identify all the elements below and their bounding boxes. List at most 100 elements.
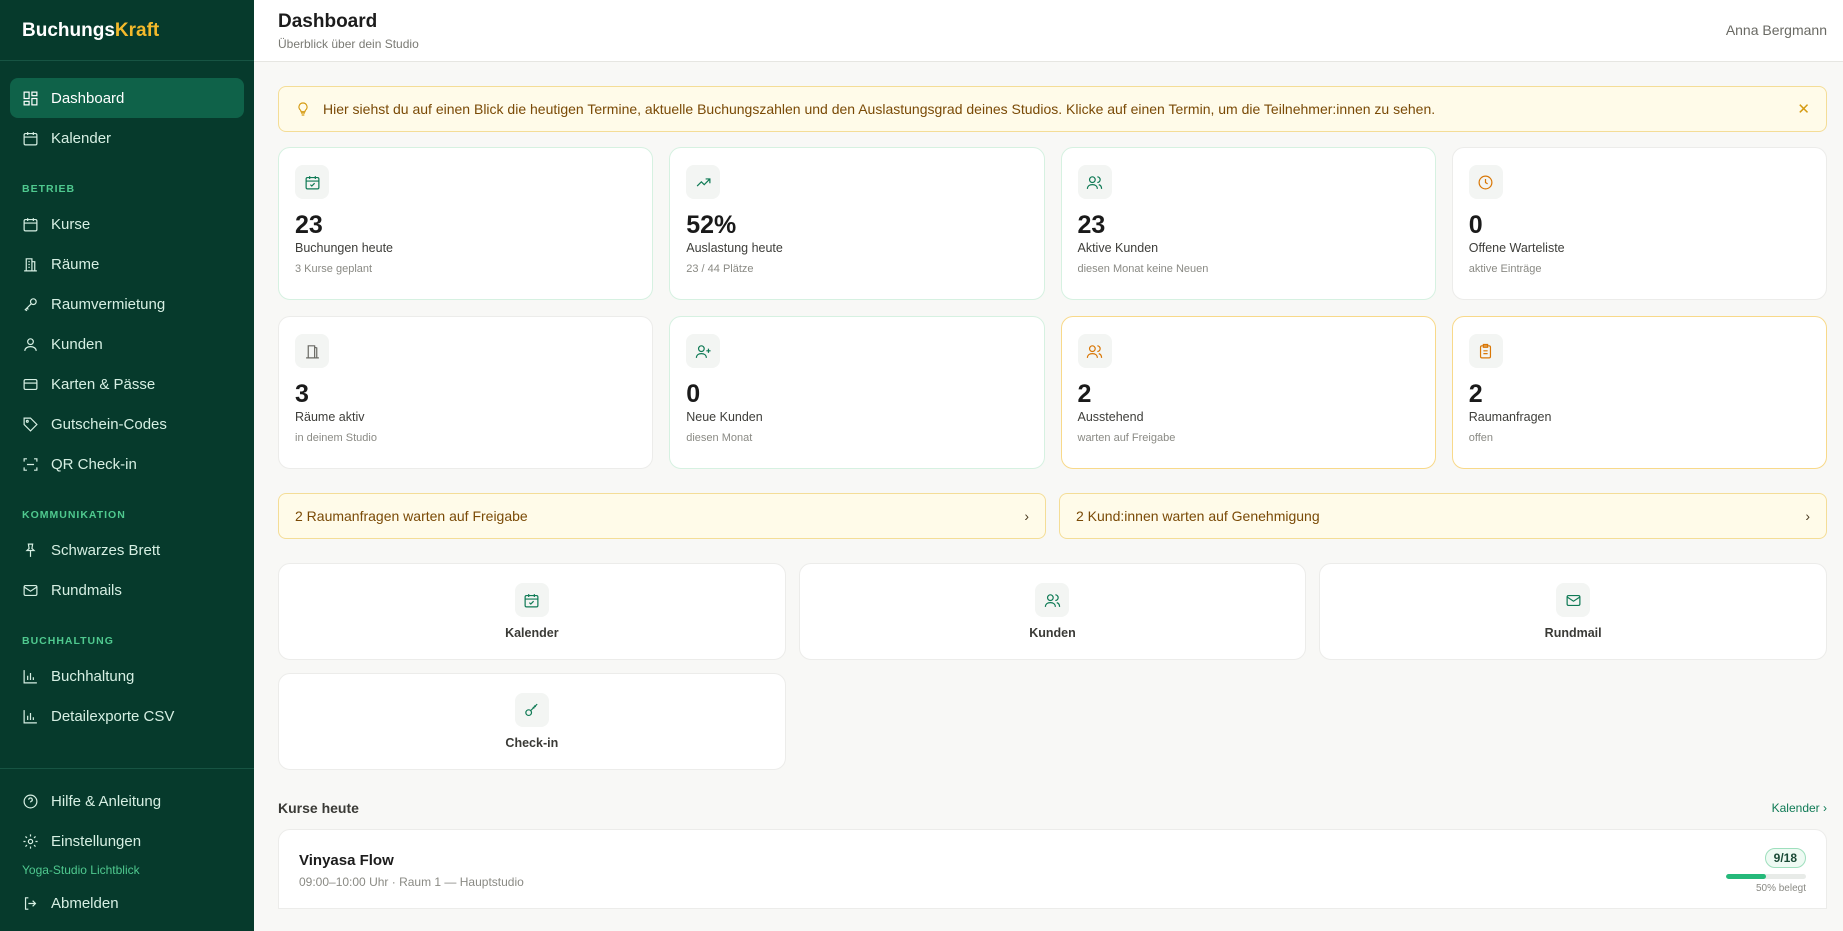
sidebar-item-raumvermietung[interactable]: Raumvermietung	[10, 284, 244, 324]
sidebar-item-kalender[interactable]: Kalender	[10, 118, 244, 158]
gear-icon	[23, 833, 38, 849]
sidebar-item-qr-checkin[interactable]: QR Check-in	[10, 444, 244, 484]
clipboard-icon	[1480, 343, 1492, 358]
close-icon[interactable]: ✕	[1797, 100, 1810, 118]
stat-value: 2	[1077, 380, 1092, 408]
quick-action-checkin[interactable]: Check-in	[278, 673, 786, 770]
quick-action-kunden[interactable]: Kunden	[798, 563, 1307, 660]
alert-text: 2 Raumanfragen warten auf Freigabe	[295, 508, 528, 524]
user-icon	[24, 337, 37, 351]
pin-icon	[25, 543, 36, 557]
mail-icon	[1566, 594, 1581, 606]
courses-title: Kurse heute	[278, 800, 359, 816]
stat-value: 3	[295, 380, 309, 408]
sidebar-item-raeume[interactable]: Räume	[10, 244, 244, 284]
stat-label: Neue Kunden	[686, 410, 763, 424]
sidebar-item-detailexporte[interactable]: Detailexporte CSV	[10, 696, 244, 736]
calendar-icon	[23, 217, 38, 231]
building-icon	[24, 257, 37, 271]
tag-icon	[23, 417, 38, 432]
main-area: Dashboard Überblick über dein Studio Ann…	[254, 0, 1843, 931]
stat-value: 0	[1468, 211, 1483, 239]
users-icon	[1086, 344, 1103, 358]
sidebar-item-label: QR Check-in	[51, 455, 137, 473]
sidebar-item-label: Kunden	[51, 335, 103, 353]
page-title: Dashboard	[278, 11, 378, 32]
brand-part2: Kraft	[114, 20, 160, 41]
alerts-row: 2 Raumanfragen warten auf Freigabe › 2 K…	[278, 493, 1827, 539]
studio-name: Yoga-Studio Lichtblick	[22, 863, 140, 877]
quick-action-label: Kunden	[1029, 626, 1076, 640]
calendar-check-icon	[305, 175, 319, 189]
stat-sub: aktive Einträge	[1468, 263, 1542, 275]
user-menu[interactable]: Anna Bergmann	[1726, 22, 1827, 61]
quick-action-kalender[interactable]: Kalender	[278, 563, 786, 660]
door-icon	[305, 344, 319, 358]
occupancy-bar-fill	[1726, 874, 1766, 879]
clock-icon	[1478, 175, 1493, 189]
chevron-right-icon: ›	[1024, 508, 1029, 524]
sidebar-item-label: Dashboard	[51, 89, 125, 107]
sidebar-item-buchhaltung[interactable]: Buchhaltung	[10, 656, 244, 696]
brand-part1: Buchungs	[22, 20, 115, 41]
sidebar-item-label: Karten & Pässe	[51, 375, 156, 393]
stat-value: 0	[686, 380, 701, 408]
sidebar-item-einstellungen[interactable]: Einstellungen	[10, 821, 244, 861]
topbar: Dashboard Überblick über dein Studio Ann…	[254, 0, 1843, 62]
user-plus-icon	[695, 344, 711, 358]
quick-action-label: Kalender	[505, 626, 559, 640]
stat-label: Buchungen heute	[295, 241, 394, 255]
alert-raumanfragen[interactable]: 2 Raumanfragen warten auf Freigabe ›	[278, 493, 1046, 539]
sidebar-item-label: Schwarzes Brett	[51, 541, 161, 559]
sidebar-item-label: Hilfe & Anleitung	[51, 792, 162, 810]
bar-chart-icon	[23, 669, 37, 683]
sidebar-item-dashboard[interactable]: Dashboard	[10, 78, 244, 118]
key-icon	[525, 703, 538, 716]
sidebar-item-hilfe[interactable]: Hilfe & Anleitung	[10, 781, 244, 821]
section-label-betrieb: BETRIEB	[22, 183, 76, 195]
stat-card-raeume[interactable]: 3 Räume aktiv in deinem Studio	[278, 316, 654, 469]
brand-logo[interactable]: BuchungsKraft	[0, 0, 254, 61]
dashboard-icon	[23, 91, 38, 105]
occupancy-label: 50% belegt	[1755, 883, 1806, 894]
sidebar-item-label: Rundmails	[51, 581, 122, 599]
sidebar-item-label: Abmelden	[51, 894, 119, 912]
sidebar-item-abmelden[interactable]: Abmelden	[10, 883, 244, 923]
stat-sub: warten auf Freigabe	[1077, 432, 1176, 444]
stat-card-aktive-kunden[interactable]: 23 Aktive Kunden diesen Monat keine Neue…	[1060, 147, 1436, 300]
alert-kunden-genehmigung[interactable]: 2 Kund:innen warten auf Genehmigung ›	[1059, 493, 1827, 539]
stat-card-neue-kunden[interactable]: 0 Neue Kunden diesen Monat	[669, 316, 1045, 469]
sidebar-item-rundmails[interactable]: Rundmails	[10, 570, 244, 610]
stat-value: 23	[295, 211, 323, 239]
quick-action-rundmail[interactable]: Rundmail	[1319, 563, 1827, 660]
quick-actions-row2: Check-in	[278, 673, 1827, 770]
courses-calendar-link[interactable]: Kalender ›	[1772, 801, 1827, 815]
section-label-buchhaltung: BUCHHALTUNG	[22, 635, 114, 647]
stat-label: Auslastung heute	[686, 241, 783, 255]
stat-sub: diesen Monat keine Neuen	[1077, 263, 1209, 275]
section-label-kommunikation: KOMMUNIKATION	[22, 509, 126, 521]
stats-grid: 23 Buchungen heute 3 Kurse geplant 52% A…	[278, 147, 1827, 469]
sidebar-footer: Hilfe & Anleitung Einstellungen Yoga-Stu…	[0, 768, 254, 923]
logout-icon	[24, 896, 37, 910]
mail-icon	[23, 584, 38, 596]
sidebar-item-kurse[interactable]: Kurse	[10, 204, 244, 244]
stat-card-buchungen[interactable]: 23 Buchungen heute 3 Kurse geplant	[278, 147, 654, 300]
stat-card-auslastung[interactable]: 52% Auslastung heute 23 / 44 Plätze	[669, 147, 1045, 300]
stat-card-warteliste[interactable]: 0 Offene Warteliste aktive Einträge	[1451, 147, 1827, 300]
sidebar-item-label: Buchhaltung	[51, 667, 135, 685]
stat-card-raumanfragen[interactable]: 2 Raumanfragen offen	[1451, 316, 1827, 469]
sidebar-item-karten[interactable]: Karten & Pässe	[10, 364, 244, 404]
sidebar-item-kunden[interactable]: Kunden	[10, 324, 244, 364]
stat-card-ausstehend[interactable]: 2 Ausstehend warten auf Freigabe	[1060, 316, 1436, 469]
scan-icon	[23, 457, 38, 471]
calendar-icon	[23, 131, 38, 145]
stat-value: 52%	[686, 211, 737, 239]
quick-action-label: Rundmail	[1544, 626, 1602, 640]
course-row[interactable]: Vinyasa Flow 09:00–10:00 Uhr · Raum 1 — …	[278, 829, 1827, 909]
sidebar-item-gutschein[interactable]: Gutschein-Codes	[10, 404, 244, 444]
stat-sub: 23 / 44 Plätze	[686, 263, 754, 275]
sidebar-item-schwarzes-brett[interactable]: Schwarzes Brett	[10, 530, 244, 570]
stat-label: Ausstehend	[1077, 410, 1144, 424]
page-subtitle: Überblick über dein Studio	[278, 37, 419, 51]
